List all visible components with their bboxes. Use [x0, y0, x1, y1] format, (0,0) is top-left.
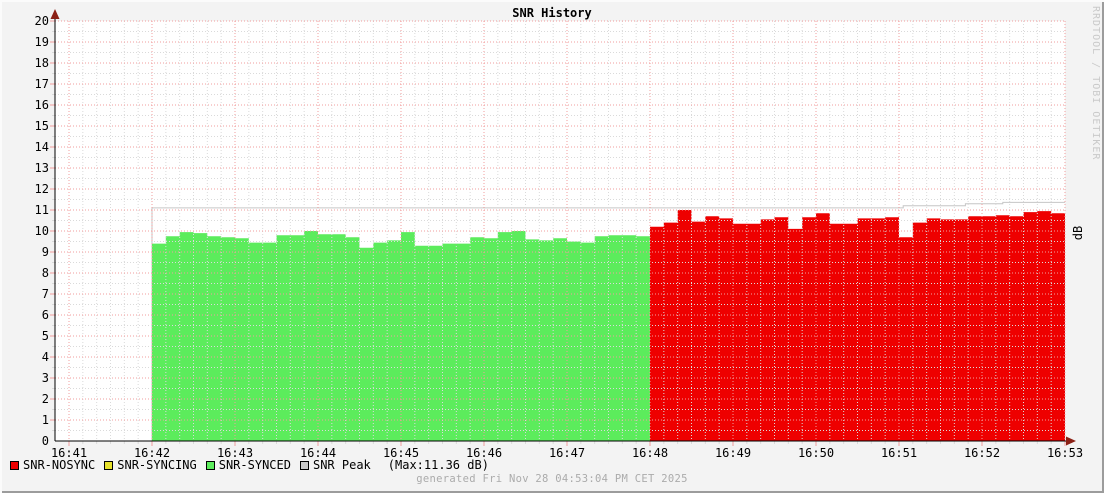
legend-label-syncing: SNR-SYNCING — [117, 458, 196, 472]
y-tick-label: 15 — [35, 119, 49, 133]
x-axis-arrow-icon — [1066, 437, 1076, 446]
x-tick-label: 16:50 — [798, 446, 834, 460]
legend-max-label: (Max:11.36 dB) — [388, 458, 489, 472]
x-tick-label: 16:53 — [1047, 446, 1083, 460]
legend-color-syncing-icon — [104, 461, 113, 470]
y-tick-label: 0 — [42, 434, 49, 448]
y-tick-label: 19 — [35, 35, 49, 49]
y-tick-label: 3 — [42, 371, 49, 385]
y-tick-label: 18 — [35, 56, 49, 70]
x-tick-label: 16:47 — [549, 446, 585, 460]
right-axis-label: dB — [1065, 221, 1091, 245]
x-tick-label: 16:52 — [964, 446, 1000, 460]
y-tick-label: 20 — [35, 14, 49, 28]
legend: SNR-NOSYNC SNR-SYNCING SNR-SYNCED SNR Pe… — [10, 458, 489, 472]
legend-label-peak: SNR Peak — [313, 458, 371, 472]
y-tick-label: 10 — [35, 224, 49, 238]
y-tick-label: 1 — [42, 413, 49, 427]
y-tick-label: 11 — [35, 203, 49, 217]
y-tick-label: 17 — [35, 77, 49, 91]
y-tick-label: 8 — [42, 266, 49, 280]
generated-timestamp: generated Fri Nov 28 04:53:04 PM CET 202… — [0, 473, 1104, 485]
x-tick-label: 16:51 — [881, 446, 917, 460]
x-tick-label: 16:49 — [715, 446, 751, 460]
legend-label-synced: SNR-SYNCED — [219, 458, 291, 472]
y-axis-arrow-icon — [51, 9, 60, 19]
y-tick-label: 4 — [42, 350, 49, 364]
legend-color-peak-icon — [300, 461, 309, 470]
y-tick-label: 5 — [42, 329, 49, 343]
rrdtool-snr-graph: SNR History 0123456789101112131415161718… — [0, 0, 1104, 493]
y-tick-label: 16 — [35, 98, 49, 112]
legend-color-synced-icon — [206, 461, 215, 470]
rrdtool-watermark: RRDTOOL / TOBI OETIKER — [1090, 6, 1101, 160]
y-tick-label: 12 — [35, 182, 49, 196]
y-tick-label: 7 — [42, 287, 49, 301]
legend-color-nosync-icon — [10, 461, 19, 470]
y-tick-label: 2 — [42, 392, 49, 406]
legend-label-nosync: SNR-NOSYNC — [23, 458, 95, 472]
x-tick-label: 16:48 — [632, 446, 668, 460]
y-tick-label: 13 — [35, 161, 49, 175]
y-tick-label: 6 — [42, 308, 49, 322]
y-tick-label: 14 — [35, 140, 49, 154]
plot-area: 0123456789101112131415161718192016:4116:… — [0, 0, 1104, 493]
y-tick-label: 9 — [42, 245, 49, 259]
